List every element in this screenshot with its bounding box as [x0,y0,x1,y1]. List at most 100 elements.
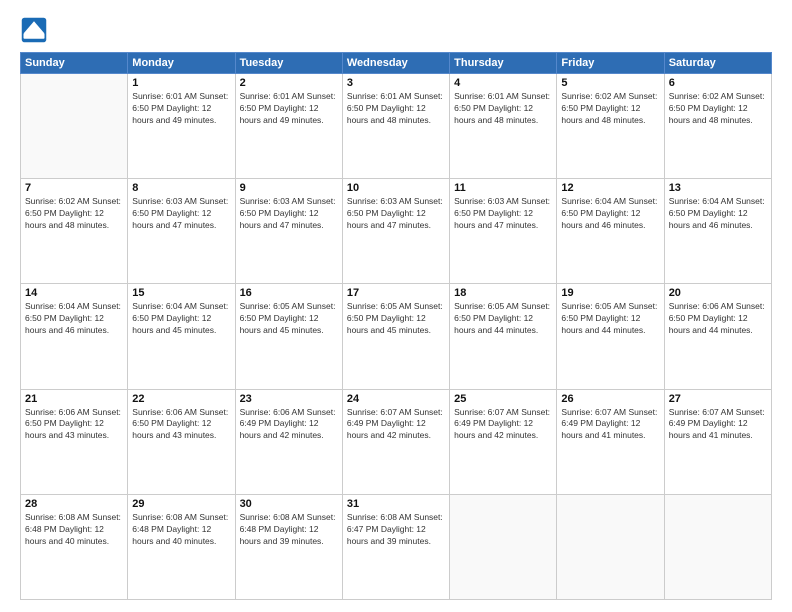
day-number: 14 [25,287,123,299]
day-info: Sunrise: 6:08 AM Sunset: 6:48 PM Dayligh… [132,512,230,548]
day-info: Sunrise: 6:02 AM Sunset: 6:50 PM Dayligh… [561,91,659,127]
calendar-cell: 16 Sunrise: 6:05 AM Sunset: 6:50 PM Dayli… [235,284,342,389]
calendar-cell: 13 Sunrise: 6:04 AM Sunset: 6:50 PM Dayli… [664,179,771,284]
day-info: Sunrise: 6:04 AM Sunset: 6:50 PM Dayligh… [25,301,123,337]
page: SundayMondayTuesdayWednesdayThursdayFrid… [0,0,792,612]
day-info: Sunrise: 6:08 AM Sunset: 6:47 PM Dayligh… [347,512,445,548]
day-number: 20 [669,287,767,299]
calendar-cell: 1 Sunrise: 6:01 AM Sunset: 6:50 PM Daylig… [128,74,235,179]
day-info: Sunrise: 6:06 AM Sunset: 6:50 PM Dayligh… [25,407,123,443]
day-number: 13 [669,182,767,194]
calendar-cell: 8Sunrise: 6:03 AM Sunset: 6:50 PM Daylig… [128,179,235,284]
day-info: Sunrise: 6:07 AM Sunset: 6:49 PM Dayligh… [669,407,767,443]
day-info: Sunrise: 6:05 AM Sunset: 6:50 PM Dayligh… [454,301,552,337]
day-number: 4 [454,77,552,89]
day-info: Sunrise: 6:04 AM Sunset: 6:50 PM Dayligh… [132,301,230,337]
day-number: 30 [240,498,338,510]
day-number: 5 [561,77,659,89]
day-number: 29 [132,498,230,510]
day-number: 27 [669,393,767,405]
day-info: Sunrise: 6:08 AM Sunset: 6:48 PM Dayligh… [25,512,123,548]
day-info: Sunrise: 6:02 AM Sunset: 6:50 PM Dayligh… [669,91,767,127]
col-header-sunday: Sunday [21,53,128,74]
calendar-cell [21,74,128,179]
day-number: 1 [132,77,230,89]
calendar-cell: 26 Sunrise: 6:07 AM Sunset: 6:49 PM Dayli… [557,389,664,494]
week-row-4: 21 Sunrise: 6:06 AM Sunset: 6:50 PM Dayli… [21,389,772,494]
day-number: 9 [240,182,338,194]
day-number: 22 [132,393,230,405]
week-row-2: 7Sunrise: 6:02 AM Sunset: 6:50 PM Daylig… [21,179,772,284]
calendar-cell: 21 Sunrise: 6:06 AM Sunset: 6:50 PM Dayli… [21,389,128,494]
week-row-3: 14 Sunrise: 6:04 AM Sunset: 6:50 PM Dayli… [21,284,772,389]
calendar-cell: 12Sunrise: 6:04 AM Sunset: 6:50 PM Dayli… [557,179,664,284]
day-number: 24 [347,393,445,405]
day-info: Sunrise: 6:04 AM Sunset: 6:50 PM Dayligh… [561,196,659,232]
col-header-monday: Monday [128,53,235,74]
calendar-cell: 24 Sunrise: 6:07 AM Sunset: 6:49 PM Dayli… [342,389,449,494]
day-number: 19 [561,287,659,299]
day-number: 10 [347,182,445,194]
day-info: Sunrise: 6:01 AM Sunset: 6:50 PM Dayligh… [132,91,230,127]
day-info: Sunrise: 6:05 AM Sunset: 6:50 PM Dayligh… [240,301,338,337]
day-info: Sunrise: 6:05 AM Sunset: 6:50 PM Dayligh… [347,301,445,337]
col-header-thursday: Thursday [450,53,557,74]
day-info: Sunrise: 6:01 AM Sunset: 6:50 PM Dayligh… [240,91,338,127]
header [20,16,772,44]
calendar-cell: 15 Sunrise: 6:04 AM Sunset: 6:50 PM Dayli… [128,284,235,389]
calendar-cell: 19 Sunrise: 6:05 AM Sunset: 6:50 PM Dayli… [557,284,664,389]
calendar-cell: 7Sunrise: 6:02 AM Sunset: 6:50 PM Daylig… [21,179,128,284]
calendar-cell: 4 Sunrise: 6:01 AM Sunset: 6:50 PM Daylig… [450,74,557,179]
day-info: Sunrise: 6:04 AM Sunset: 6:50 PM Dayligh… [669,196,767,232]
col-header-tuesday: Tuesday [235,53,342,74]
calendar-table: SundayMondayTuesdayWednesdayThursdayFrid… [20,52,772,600]
calendar-cell: 10 Sunrise: 6:03 AM Sunset: 6:50 PM Dayli… [342,179,449,284]
day-number: 8 [132,182,230,194]
calendar-cell: 9 Sunrise: 6:03 AM Sunset: 6:50 PM Daylig… [235,179,342,284]
calendar-cell: 11 Sunrise: 6:03 AM Sunset: 6:50 PM Dayli… [450,179,557,284]
day-number: 25 [454,393,552,405]
day-info: Sunrise: 6:03 AM Sunset: 6:50 PM Dayligh… [454,196,552,232]
day-number: 11 [454,182,552,194]
day-info: Sunrise: 6:06 AM Sunset: 6:50 PM Dayligh… [669,301,767,337]
day-info: Sunrise: 6:07 AM Sunset: 6:49 PM Dayligh… [454,407,552,443]
week-row-1: 1 Sunrise: 6:01 AM Sunset: 6:50 PM Daylig… [21,74,772,179]
day-info: Sunrise: 6:07 AM Sunset: 6:49 PM Dayligh… [561,407,659,443]
day-number: 2 [240,77,338,89]
calendar-cell [450,494,557,599]
calendar-cell: 31 Sunrise: 6:08 AM Sunset: 6:47 PM Dayli… [342,494,449,599]
calendar-cell: 20 Sunrise: 6:06 AM Sunset: 6:50 PM Dayli… [664,284,771,389]
day-info: Sunrise: 6:03 AM Sunset: 6:50 PM Dayligh… [240,196,338,232]
calendar-cell: 30 Sunrise: 6:08 AM Sunset: 6:48 PM Dayli… [235,494,342,599]
day-info: Sunrise: 6:06 AM Sunset: 6:49 PM Dayligh… [240,407,338,443]
calendar-cell: 28 Sunrise: 6:08 AM Sunset: 6:48 PM Dayli… [21,494,128,599]
calendar-cell: 23 Sunrise: 6:06 AM Sunset: 6:49 PM Dayli… [235,389,342,494]
day-number: 17 [347,287,445,299]
calendar-cell [664,494,771,599]
day-number: 28 [25,498,123,510]
week-row-5: 28 Sunrise: 6:08 AM Sunset: 6:48 PM Dayli… [21,494,772,599]
day-number: 15 [132,287,230,299]
calendar-cell: 25 Sunrise: 6:07 AM Sunset: 6:49 PM Dayli… [450,389,557,494]
day-info: Sunrise: 6:01 AM Sunset: 6:50 PM Dayligh… [454,91,552,127]
day-number: 16 [240,287,338,299]
day-info: Sunrise: 6:06 AM Sunset: 6:50 PM Dayligh… [132,407,230,443]
day-info: Sunrise: 6:02 AM Sunset: 6:50 PM Dayligh… [25,196,123,232]
calendar-cell: 27 Sunrise: 6:07 AM Sunset: 6:49 PM Dayli… [664,389,771,494]
day-info: Sunrise: 6:03 AM Sunset: 6:50 PM Dayligh… [347,196,445,232]
calendar-cell: 29 Sunrise: 6:08 AM Sunset: 6:48 PM Dayli… [128,494,235,599]
day-number: 31 [347,498,445,510]
col-header-wednesday: Wednesday [342,53,449,74]
day-info: Sunrise: 6:07 AM Sunset: 6:49 PM Dayligh… [347,407,445,443]
day-info: Sunrise: 6:05 AM Sunset: 6:50 PM Dayligh… [561,301,659,337]
calendar-cell: 2 Sunrise: 6:01 AM Sunset: 6:50 PM Daylig… [235,74,342,179]
day-number: 6 [669,77,767,89]
calendar-cell: 6 Sunrise: 6:02 AM Sunset: 6:50 PM Daylig… [664,74,771,179]
col-header-saturday: Saturday [664,53,771,74]
col-header-friday: Friday [557,53,664,74]
day-info: Sunrise: 6:08 AM Sunset: 6:48 PM Dayligh… [240,512,338,548]
day-number: 21 [25,393,123,405]
calendar-cell: 18Sunrise: 6:05 AM Sunset: 6:50 PM Dayli… [450,284,557,389]
day-number: 23 [240,393,338,405]
day-number: 26 [561,393,659,405]
